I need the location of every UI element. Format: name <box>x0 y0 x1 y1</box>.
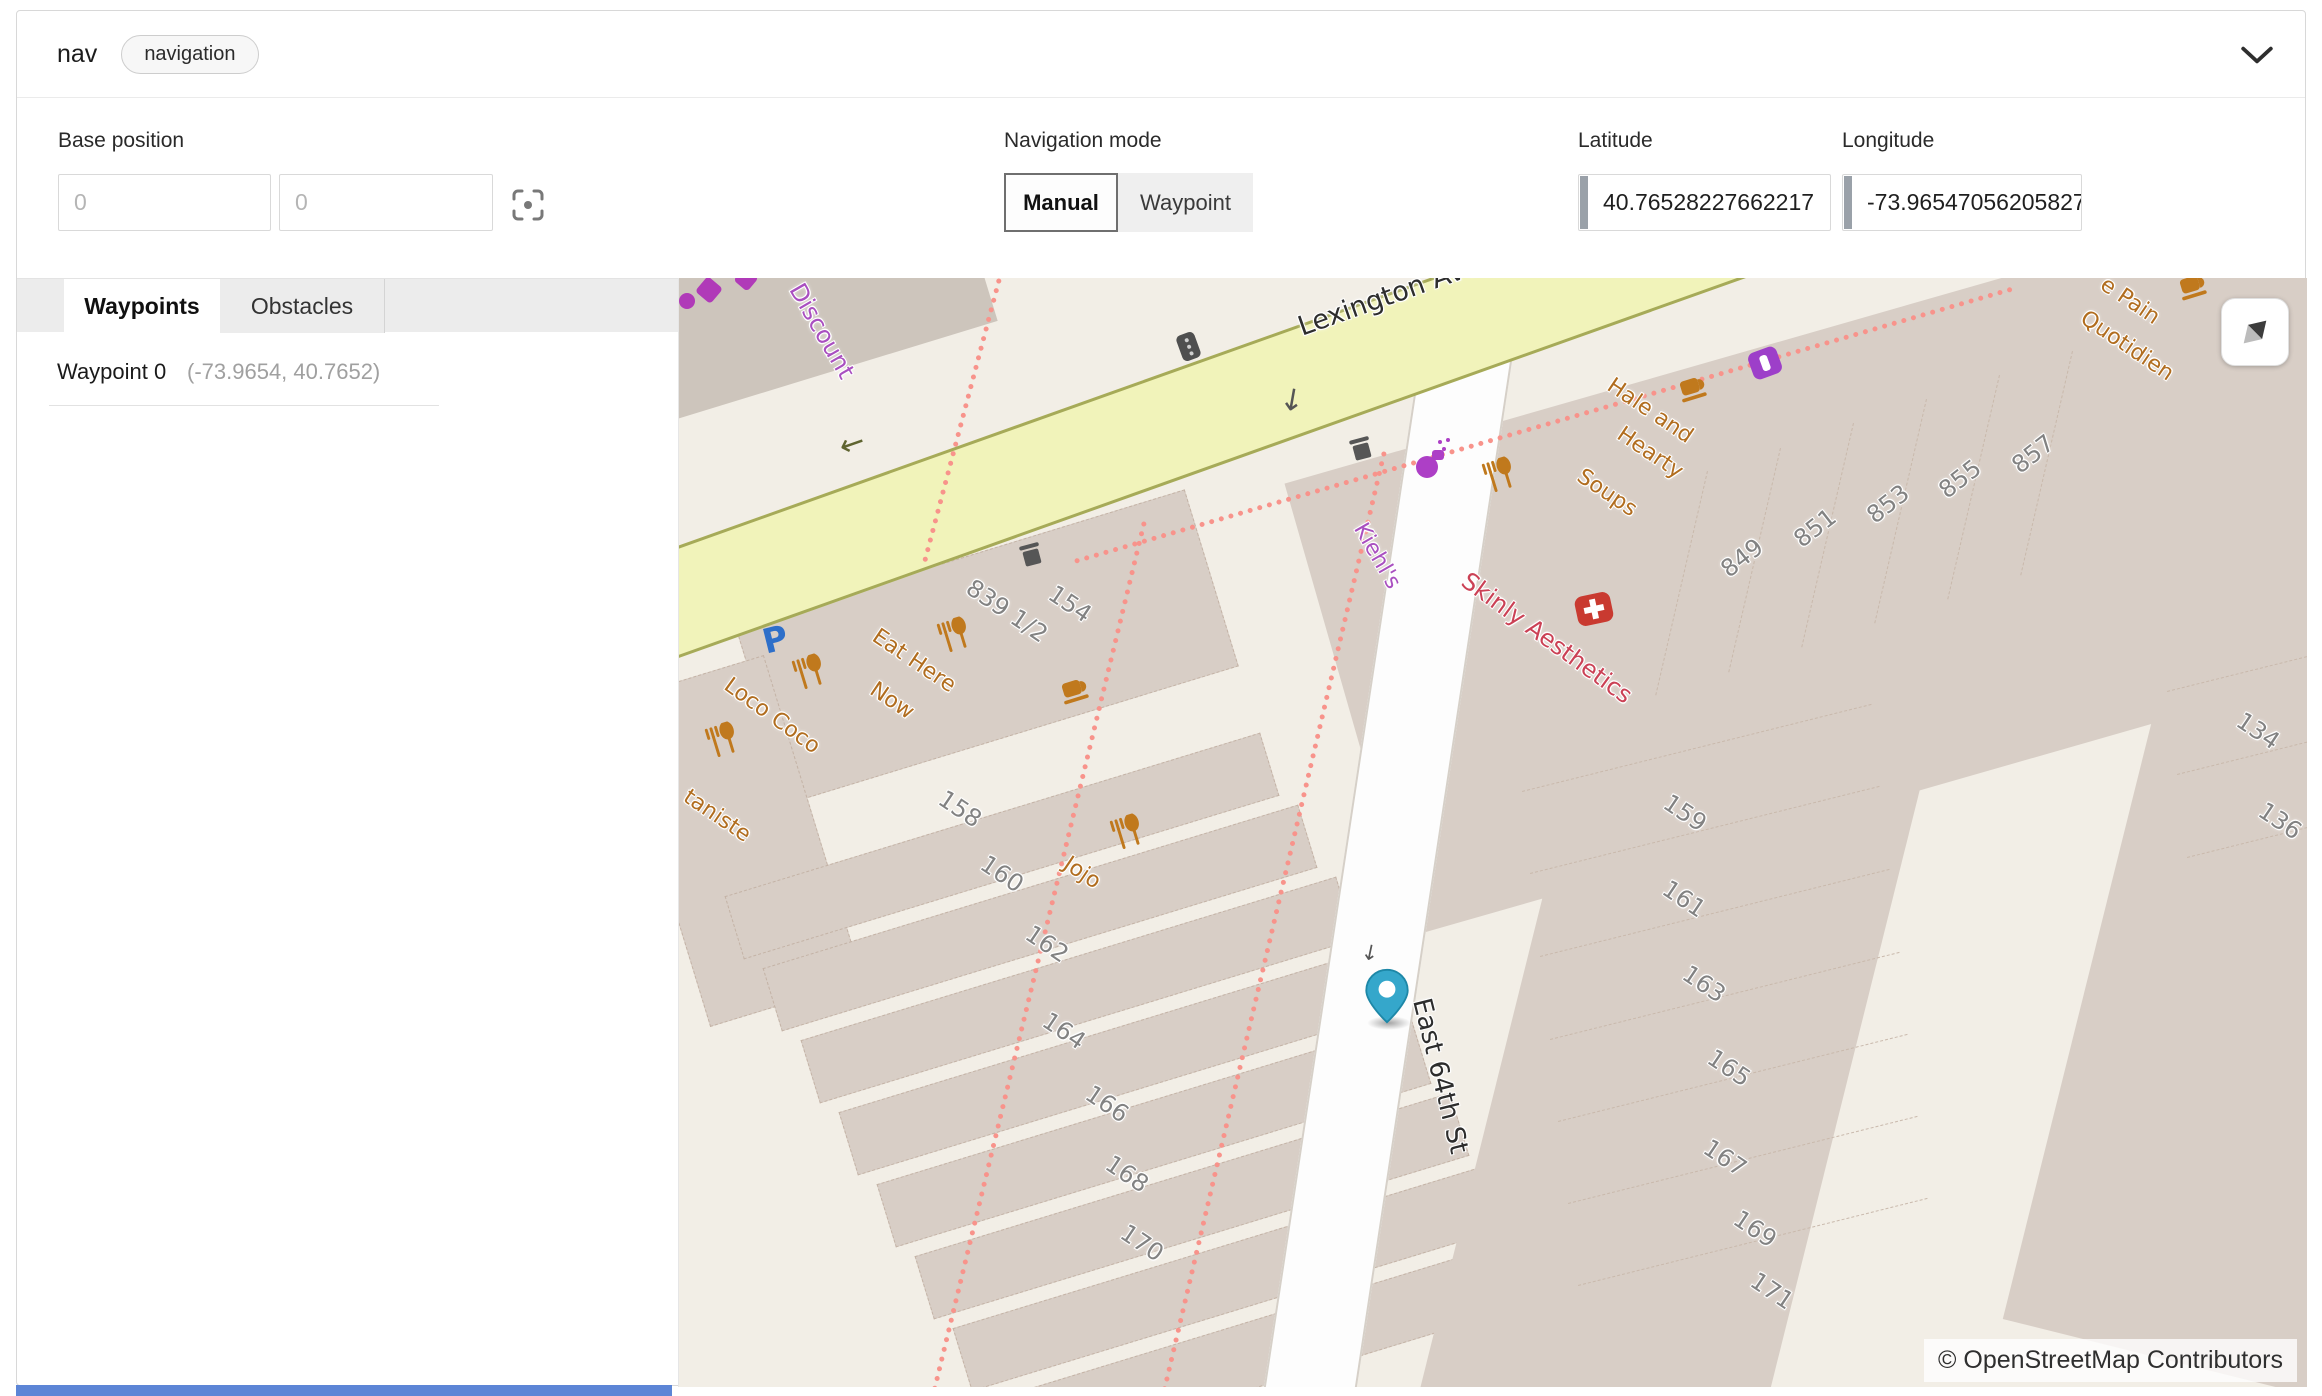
waypoint-divider <box>49 405 439 406</box>
waypoint-name: Waypoint 0 <box>57 359 166 385</box>
cosmetics-shop-icon <box>1416 456 1438 478</box>
longitude-input[interactable] <box>1842 174 2082 231</box>
crosshair-icon <box>510 187 546 223</box>
base-position-y-input[interactable] <box>279 174 493 231</box>
map-view[interactable]: Lexington Ave East 64th St 839 1/2 154 1… <box>678 278 2307 1387</box>
panel-header: nav navigation <box>17 11 2305 98</box>
navigation-mode-label: Navigation mode <box>1004 129 1162 153</box>
latitude-label: Latitude <box>1578 129 1653 153</box>
page: nav navigation Base position <box>0 0 2322 1396</box>
latitude-accent-bar <box>1580 176 1588 229</box>
longitude-accent-bar <box>1844 176 1852 229</box>
oneway-arrow-icon: ← <box>834 423 869 464</box>
latitude-field-wrap <box>1578 174 1831 231</box>
collapse-panel-button[interactable] <box>2235 35 2279 75</box>
latitude-input[interactable] <box>1578 174 1831 231</box>
panel-type-badge: navigation <box>121 35 258 74</box>
waypoint-mode-button[interactable]: Waypoint <box>1118 173 1253 232</box>
longitude-field-wrap <box>1842 174 2082 231</box>
map-attribution: © OpenStreetMap Contributors <box>1924 1339 2297 1382</box>
compass-needle-icon <box>2237 314 2274 351</box>
waste-basket-icon <box>1352 442 1371 461</box>
compass-reset-north-button[interactable] <box>2221 298 2289 366</box>
tab-obstacles[interactable]: Obstacles <box>220 279 385 333</box>
tab-strip: Waypoints Obstacles <box>17 278 678 332</box>
panel-title: nav <box>57 40 97 69</box>
base-position-label: Base position <box>58 129 184 153</box>
shop-icon <box>679 293 695 309</box>
navigation-mode-toggle: Manual Waypoint <box>1004 173 1253 232</box>
tab-waypoints[interactable]: Waypoints <box>64 279 220 333</box>
waypoint-marker-pin[interactable] <box>1365 968 1409 1024</box>
base-position-x-input[interactable] <box>58 174 271 231</box>
manual-mode-button[interactable]: Manual <box>1004 173 1118 232</box>
traffic-signal-icon <box>1175 331 1202 363</box>
longitude-label: Longitude <box>1842 129 1934 153</box>
bottom-accent-bar <box>16 1385 672 1396</box>
waypoint-coords: (-73.9654, 40.7652) <box>187 359 380 385</box>
pick-base-position-button[interactable] <box>508 186 548 226</box>
nav-panel: nav navigation Base position <box>16 10 2306 1386</box>
chevron-down-icon <box>2240 45 2274 65</box>
waypoint-list-item[interactable]: Waypoint 0 (-73.9654, 40.7652) <box>17 351 457 397</box>
